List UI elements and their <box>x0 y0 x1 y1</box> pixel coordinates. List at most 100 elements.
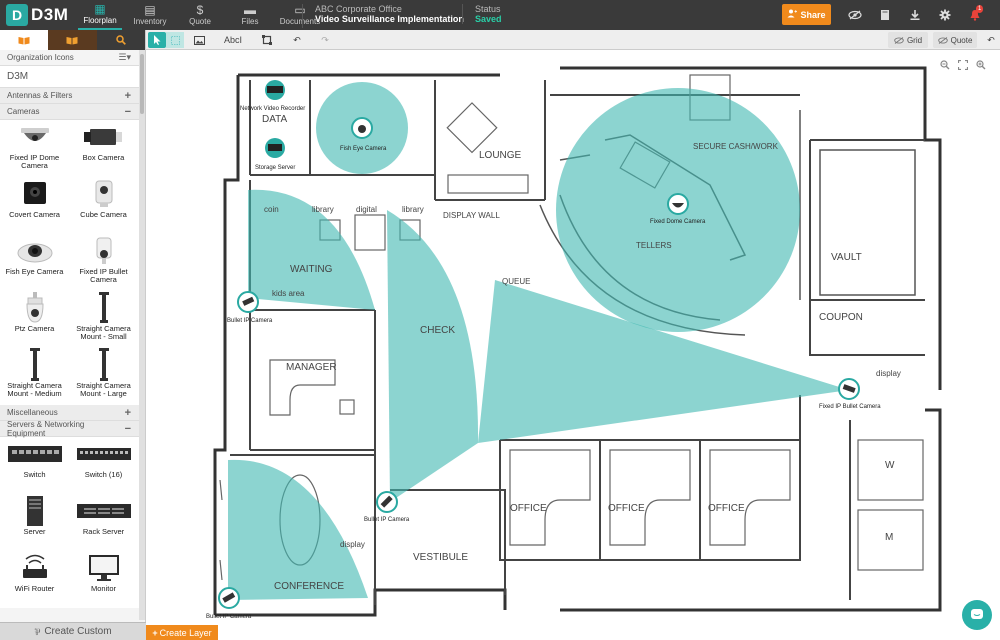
book-icon[interactable] <box>872 0 898 30</box>
section-org-icons[interactable]: Organization Icons ☰▾ <box>0 50 139 66</box>
grid-label: Grid <box>906 35 923 45</box>
library-item[interactable]: Straight Camera Mount - Medium <box>0 348 69 405</box>
bullet-camera-icon <box>91 234 117 268</box>
main-nav: ▦ Floorplan ▤ Inventory $ Quote ▬ Files … <box>78 0 328 30</box>
tab-library[interactable] <box>0 30 49 50</box>
library-item[interactable]: Monitor <box>69 551 138 608</box>
quote-toggle[interactable]: Quote <box>933 32 977 48</box>
scroll-thumb[interactable] <box>140 54 144 114</box>
fit-screen-icon[interactable] <box>957 59 969 73</box>
image-icon[interactable] <box>190 32 208 48</box>
create-custom-label: Create Custom <box>44 626 112 637</box>
library-item[interactable]: Fish Eye Camera <box>0 234 69 291</box>
item-label: Fixed IP Dome Camera <box>9 153 60 170</box>
expand-icon: + <box>124 89 131 102</box>
room-label: QUEUE <box>502 277 530 286</box>
eye-off-icon[interactable] <box>842 0 868 30</box>
crop-icon[interactable] <box>258 32 276 48</box>
item-label: Cube Camera <box>80 210 127 219</box>
grid-toggle[interactable]: Grid <box>888 32 928 48</box>
library-item[interactable]: Switch (16) <box>69 437 138 494</box>
switch-16-icon <box>76 437 132 471</box>
server-grid: Switch Switch (16) Server Rack Server Wi… <box>0 437 139 608</box>
layer-bar: + Create Layer <box>146 625 1000 640</box>
download-icon[interactable] <box>902 0 928 30</box>
library-item[interactable]: Box Camera <box>69 120 138 177</box>
library-item[interactable]: Cube Camera <box>69 177 138 234</box>
share-button[interactable]: Share <box>782 4 831 25</box>
device-label: Bullet IP Camera <box>206 614 252 620</box>
zoom-out-icon[interactable] <box>940 60 950 73</box>
section-label: Antennas & Filters <box>7 91 73 100</box>
quote-label: Quote <box>950 35 973 45</box>
undo-icon[interactable]: ↶ <box>288 32 306 48</box>
room-label: OFFICE <box>708 503 745 514</box>
gear-icon[interactable] <box>932 0 958 30</box>
item-label: Straight Camera Mount - Medium <box>7 381 62 398</box>
library-item[interactable]: Fixed IP Bullet Camera <box>69 234 138 291</box>
tab-organization[interactable] <box>48 30 97 50</box>
floorplan[interactable]: DATA LOUNGE SECURE CASH/WORK WAITING DIS… <box>146 50 1000 625</box>
library-item[interactable]: Fixed IP Dome Camera <box>0 120 69 177</box>
storage-server[interactable]: Storage Server <box>255 138 295 171</box>
library-item[interactable]: Straight Camera Mount - Large <box>69 348 138 405</box>
canvas-toolbar: AbcI ↶ ↷ Grid Quote ↶ <box>146 30 1000 50</box>
item-label: Ptz Camera <box>14 324 55 333</box>
item-label: Server <box>23 527 46 536</box>
app-logo[interactable]: D D3M <box>6 4 68 26</box>
room-label: TELLERS <box>636 241 672 250</box>
library-item[interactable]: WiFi Router <box>0 551 69 608</box>
item-label: Straight Camera Mount - Large <box>76 381 131 398</box>
text-tool-icon[interactable]: AbcI <box>220 32 246 48</box>
device-label: Fish Eye Camera <box>340 146 387 152</box>
floorplan-icon: ▦ <box>94 2 106 16</box>
area-tool-icon[interactable] <box>166 32 184 48</box>
bullet-ip-camera-entry[interactable]: Bullet IP Camera <box>364 491 410 523</box>
logo-text: D3M <box>31 5 69 24</box>
panel-scrollbar[interactable] <box>139 50 145 620</box>
library-item[interactable]: Covert Camera <box>0 177 69 234</box>
monitor-icon <box>87 551 121 585</box>
section-antennas[interactable]: Antennas & Filters + <box>0 88 139 104</box>
nav-quote[interactable]: $ Quote <box>178 0 222 30</box>
library-item[interactable]: Ptz Camera <box>0 291 69 348</box>
redo-icon[interactable]: ↷ <box>316 32 334 48</box>
item-label: Fixed IP Bullet Camera <box>79 267 128 284</box>
nav-files[interactable]: ▬ Files <box>228 0 272 30</box>
library-item[interactable]: Rack Server <box>69 494 138 551</box>
section-servers[interactable]: Servers & Networking Equipment − <box>0 420 139 438</box>
search-icon <box>116 35 126 45</box>
books-icon <box>66 36 78 44</box>
item-label: Monitor <box>90 584 116 593</box>
create-custom-button[interactable]: ⅌ Create Custom <box>0 622 146 640</box>
floorplan-canvas[interactable]: DATA LOUNGE SECURE CASH/WORK WAITING DIS… <box>146 50 1000 625</box>
room-label: CONFERENCE <box>274 581 344 592</box>
tab-search[interactable] <box>97 30 145 50</box>
room-label: MANAGER <box>286 362 337 373</box>
library-item[interactable]: Switch <box>0 437 69 494</box>
item-label: Box Camera <box>82 153 125 162</box>
section-label: Miscellaneous <box>7 408 58 417</box>
nav-inventory[interactable]: ▤ Inventory <box>128 0 172 30</box>
dollar-icon: $ <box>196 3 204 17</box>
list-filter-icon[interactable]: ☰▾ <box>118 52 131 63</box>
coverage-areas <box>228 82 849 600</box>
logo-mark: D <box>6 4 28 26</box>
zoom-in-icon[interactable] <box>976 60 986 73</box>
chat-button[interactable] <box>962 600 992 630</box>
covert-camera-icon <box>22 177 48 211</box>
select-tool-icon[interactable] <box>148 32 166 48</box>
section-cameras[interactable]: Cameras − <box>0 104 139 120</box>
library-d3m[interactable]: D3M <box>0 66 139 88</box>
project-info: ABC Corporate Office Video Surveillance … <box>302 4 464 28</box>
library-item[interactable]: Straight Camera Mount - Small <box>69 291 138 348</box>
bell-icon[interactable]: 1 <box>962 0 988 30</box>
create-layer-button[interactable]: + Create Layer <box>146 625 218 640</box>
item-label: Switch <box>23 470 46 479</box>
refresh-icon[interactable]: ↶ <box>984 32 998 48</box>
eye-off-icon <box>894 36 904 44</box>
nav-floorplan[interactable]: ▦ Floorplan <box>78 0 122 30</box>
library-item[interactable]: Server <box>0 494 69 551</box>
wifi-router-icon <box>20 551 50 585</box>
status-label: Status <box>475 4 501 14</box>
